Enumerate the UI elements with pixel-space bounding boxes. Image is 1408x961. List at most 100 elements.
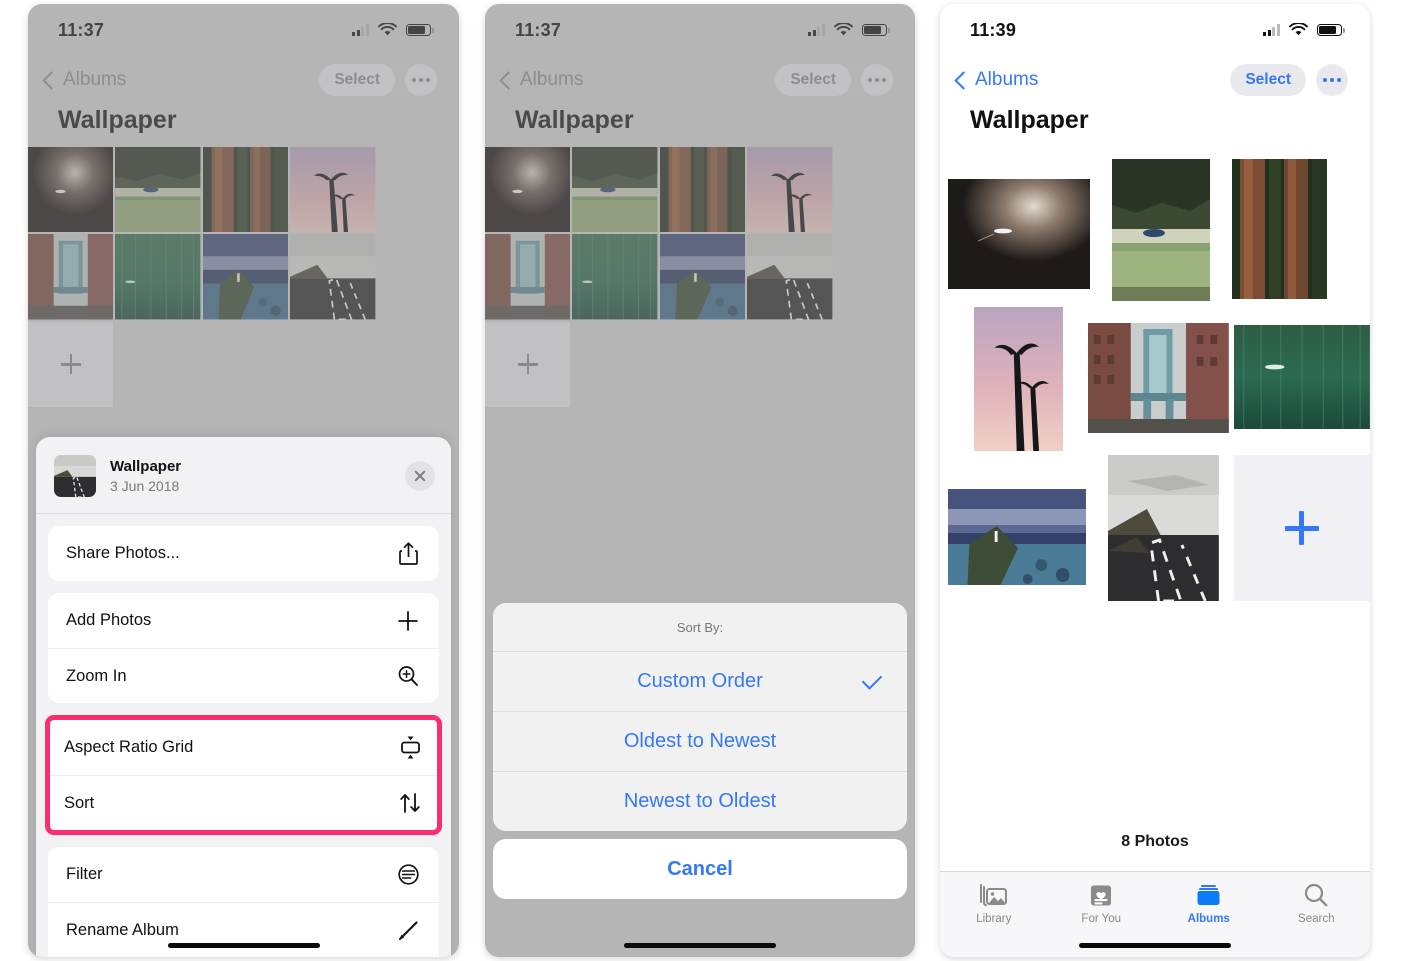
- action-sheet-header: Wallpaper 3 Jun 2018: [36, 437, 451, 514]
- menu-item-zoom-in[interactable]: Zoom In: [48, 648, 439, 703]
- status-indicators: [808, 23, 890, 37]
- photo-cell[interactable]: [948, 489, 1087, 585]
- sort-option-oldest-to-newest[interactable]: Oldest to Newest: [493, 711, 907, 771]
- status-indicators: [352, 23, 434, 37]
- nav-bar: Albums Select: [485, 56, 915, 104]
- plus-icon: [1284, 511, 1319, 545]
- photo-cell[interactable]: [1108, 455, 1219, 601]
- tab-library[interactable]: Library: [940, 882, 1048, 925]
- home-indicator: [1079, 942, 1231, 948]
- photo-cell[interactable]: [1234, 325, 1370, 429]
- photo-cell: [115, 234, 201, 320]
- menu-item-aspect-ratio-grid[interactable]: Aspect Ratio Grid: [50, 720, 437, 775]
- cellular-signal-icon: [808, 24, 825, 36]
- menu-item-filter[interactable]: Filter: [48, 847, 439, 902]
- tab-label: For You: [1081, 913, 1122, 925]
- plus-icon: [395, 608, 421, 634]
- ellipsis-icon[interactable]: [861, 64, 893, 96]
- wifi-icon: [378, 23, 397, 36]
- photo-grid: [485, 147, 915, 408]
- menu-item-sort[interactable]: Sort: [50, 775, 437, 830]
- photo-cell: [28, 147, 114, 233]
- cellular-signal-icon: [1263, 24, 1280, 36]
- menu-item-label: Add Photos: [66, 611, 152, 629]
- page-title: Wallpaper: [515, 106, 634, 134]
- battery-icon: [1317, 23, 1345, 37]
- tab-for-you[interactable]: For You: [1048, 882, 1156, 925]
- back-label: Albums: [63, 69, 127, 90]
- tab-search[interactable]: Search: [1263, 882, 1371, 925]
- screenshot-stage: 11:37 Albums Select Wallpaper Wallpaper …: [0, 0, 1408, 961]
- back-label: Albums: [520, 69, 584, 90]
- chevron-left-icon: [42, 70, 61, 90]
- page-title: Wallpaper: [970, 106, 1089, 134]
- albums-icon: [1195, 882, 1222, 908]
- wifi-icon: [1289, 23, 1308, 36]
- photo-cell[interactable]: [1112, 159, 1210, 301]
- status-bar: 11:37: [485, 4, 915, 56]
- back-to-albums-button[interactable]: Albums: [499, 69, 583, 91]
- back-label: Albums: [975, 69, 1039, 90]
- add-photo-cell[interactable]: [485, 321, 571, 408]
- photo-cell[interactable]: [1088, 323, 1230, 433]
- select-button[interactable]: Select: [1230, 64, 1306, 96]
- album-meta: Wallpaper 3 Jun 2018: [110, 458, 405, 494]
- photo-cell: [747, 234, 833, 320]
- photo-cell: [485, 234, 571, 320]
- ellipsis-icon[interactable]: [1316, 64, 1348, 96]
- photo-cell: [572, 147, 658, 233]
- grid-row: [940, 155, 1370, 307]
- menu-item-label: Rename Album: [66, 920, 179, 939]
- sort-alert-title: Sort By:: [493, 603, 907, 652]
- chevron-left-icon: [954, 70, 973, 90]
- select-button[interactable]: Select: [775, 64, 851, 96]
- album-name: Wallpaper: [110, 458, 182, 475]
- back-to-albums-button[interactable]: Albums: [954, 69, 1038, 91]
- photo-cell: [290, 147, 376, 233]
- aspect-ratio-photo-grid: [940, 147, 1370, 605]
- photo-cell[interactable]: [1232, 159, 1327, 299]
- photo-cell: [202, 234, 289, 320]
- album-action-sheet: Wallpaper 3 Jun 2018 Share Photos... Add…: [36, 437, 451, 957]
- status-indicators: [1263, 23, 1345, 37]
- menu-group-more: Filter Rename Album: [48, 847, 439, 957]
- sort-option-label: Oldest to Newest: [623, 730, 777, 752]
- close-icon[interactable]: [405, 461, 435, 491]
- status-bar: 11:37: [28, 4, 459, 56]
- photo-cell[interactable]: [974, 307, 1064, 451]
- photo-cell: [659, 234, 746, 320]
- share-icon: [395, 541, 421, 567]
- nav-bar: Albums Select: [28, 56, 459, 104]
- status-time: 11:37: [515, 19, 562, 40]
- sort-option-custom-order[interactable]: Custom Order: [493, 652, 907, 711]
- checkmark-icon: [861, 669, 883, 690]
- zoom-in-icon: [395, 663, 421, 689]
- plus-icon: [60, 354, 81, 375]
- add-photo-cell[interactable]: [1233, 455, 1370, 601]
- menu-item-rename-album[interactable]: Rename Album: [48, 902, 439, 957]
- photo-cell: [202, 147, 289, 233]
- sort-options-list: Sort By: Custom Order Oldest to Newest N…: [493, 603, 907, 831]
- tab-label: Albums: [1187, 913, 1230, 925]
- photo-cell: [28, 234, 114, 320]
- menu-item-label: Sort: [64, 793, 95, 812]
- aspect-ratio-icon: [397, 735, 423, 761]
- add-photo-cell[interactable]: [28, 321, 114, 408]
- chevron-left-icon: [499, 70, 518, 90]
- sort-option-newest-to-oldest[interactable]: Newest to Oldest: [493, 771, 907, 831]
- cancel-button[interactable]: Cancel: [493, 839, 907, 899]
- status-time: 11:37: [58, 19, 105, 40]
- panel-menu: 11:37 Albums Select Wallpaper Wallpaper …: [28, 4, 459, 957]
- select-button[interactable]: Select: [319, 64, 395, 96]
- panel-sort: 11:37 Albums Select Wallpaper Sort By: C…: [485, 4, 915, 957]
- menu-item-share-photos[interactable]: Share Photos...: [48, 526, 439, 581]
- menu-item-add-photos[interactable]: Add Photos: [48, 593, 439, 648]
- panel-aspect-grid: 11:39 Albums Select Wallpaper 8 Photos L…: [940, 4, 1370, 957]
- photo-cell: [572, 234, 658, 320]
- ellipsis-icon[interactable]: [405, 64, 437, 96]
- tab-albums[interactable]: Albums: [1155, 882, 1263, 925]
- plus-icon: [517, 354, 538, 375]
- photo-cell[interactable]: [948, 179, 1090, 289]
- status-time: 11:39: [970, 19, 1017, 40]
- back-to-albums-button[interactable]: Albums: [42, 69, 126, 91]
